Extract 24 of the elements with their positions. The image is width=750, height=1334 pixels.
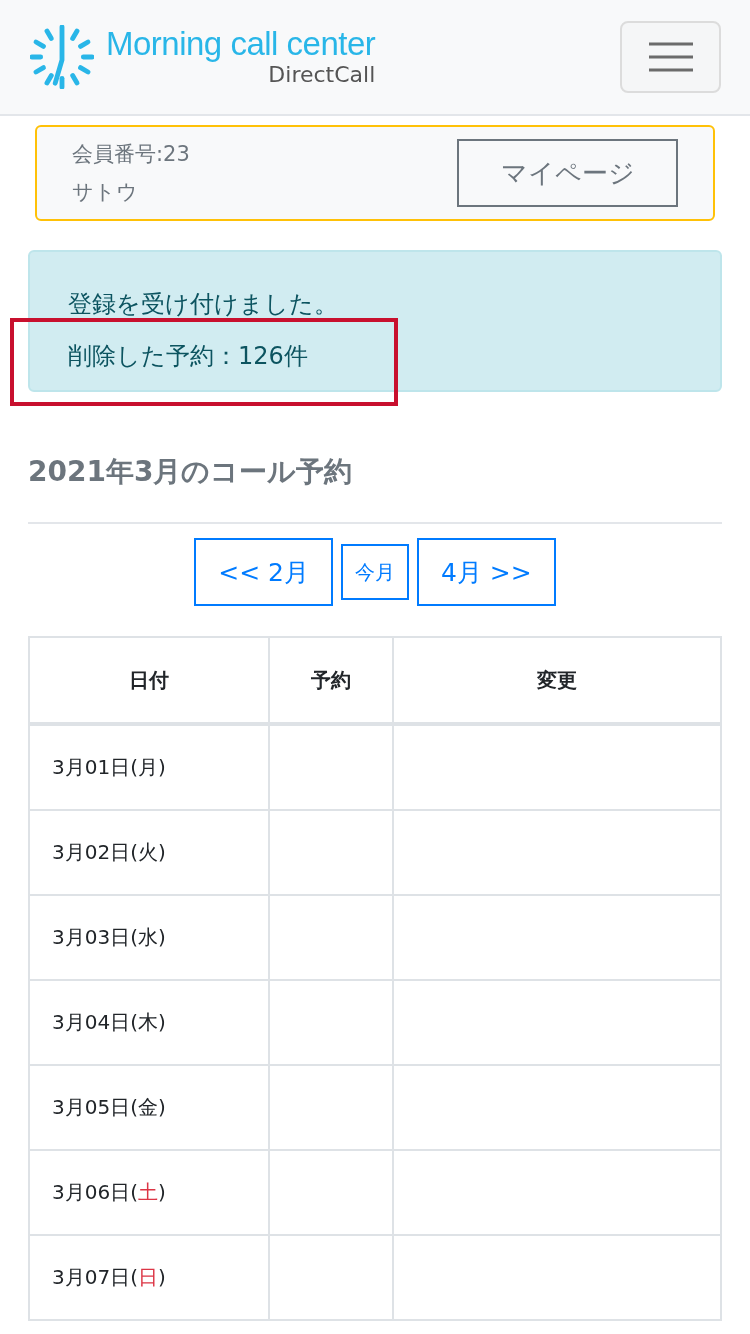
date-text: 3月07日(日) xyxy=(52,1265,166,1289)
alert-text: 削除した予約：126件 xyxy=(68,341,308,372)
month-button[interactable]: << 2月 xyxy=(194,538,333,606)
date-text: 3月02日(火) xyxy=(52,840,166,864)
date-text: 3月05日(金) xyxy=(52,1095,166,1119)
member-number: 会員番号:23 xyxy=(72,141,190,168)
column-header: 変更 xyxy=(393,637,721,724)
menu-icon xyxy=(648,42,693,72)
mypage-button[interactable]: マイページ xyxy=(457,139,678,207)
date-text: 3月01日(月) xyxy=(52,755,166,779)
date-text: 3月03日(水) xyxy=(52,925,166,949)
column-header: 予約 xyxy=(269,637,393,724)
month-button[interactable]: 4月 >> xyxy=(417,538,556,606)
column-header: 日付 xyxy=(29,637,269,724)
alert-text: 登録を受け付けました。 xyxy=(68,289,338,320)
menu-button[interactable] xyxy=(620,21,721,93)
date-text: 3月04日(木) xyxy=(52,1010,166,1034)
member-name: サトウ xyxy=(72,179,139,206)
month-button[interactable]: 今月 xyxy=(341,544,409,600)
logo-subtitle: DirectCall xyxy=(268,62,376,88)
logo-title: Morning call center xyxy=(106,26,376,62)
section-title: 2021年3月のコール予約 xyxy=(28,454,354,490)
date-text: 3月06日(土) xyxy=(52,1180,166,1204)
clock-logo-icon xyxy=(30,25,94,89)
